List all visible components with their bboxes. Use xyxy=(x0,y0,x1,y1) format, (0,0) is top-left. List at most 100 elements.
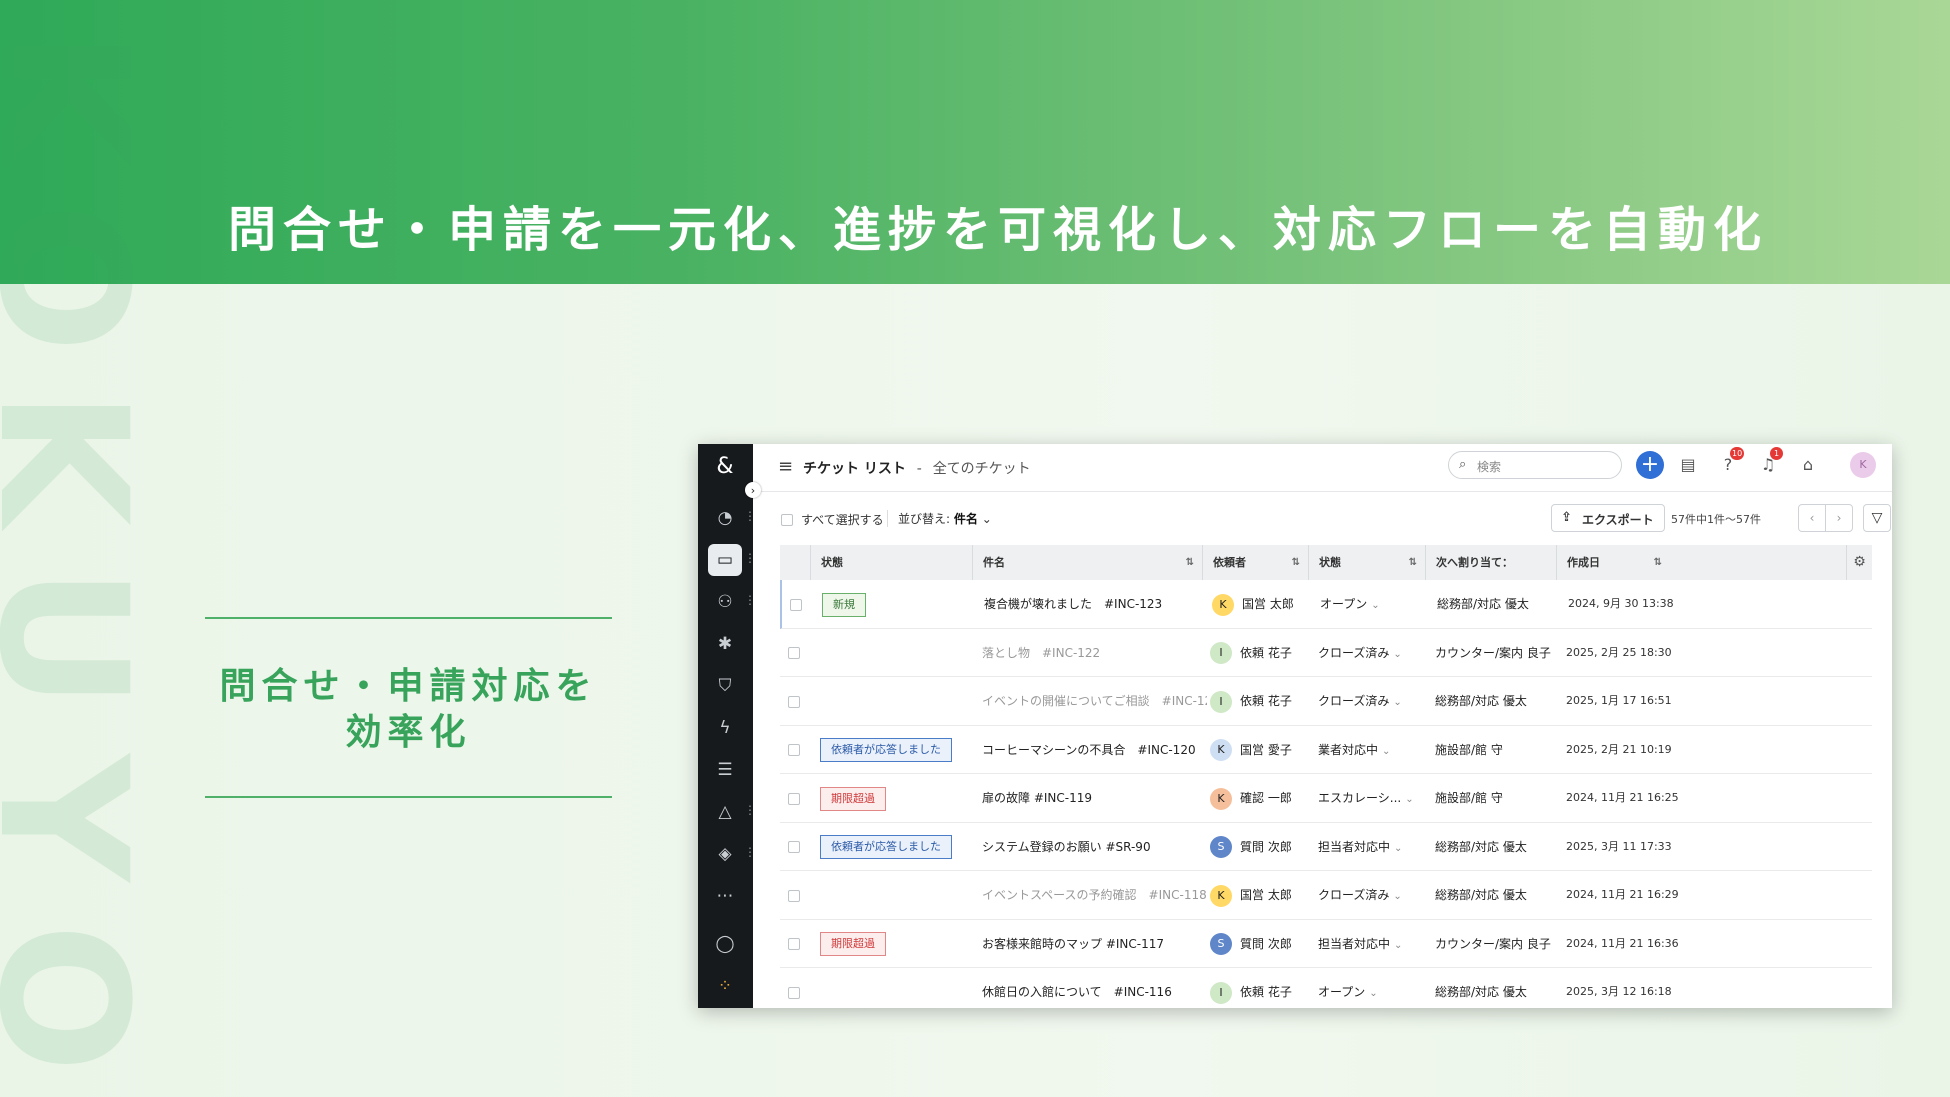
subject-link[interactable]: 扉の故障 #INC-119 xyxy=(982,774,1207,822)
requester-name: 依頼 花子 xyxy=(1240,694,1292,708)
search-input[interactable]: ⌕ 検索 xyxy=(1448,451,1622,479)
row-checkbox[interactable] xyxy=(788,647,800,659)
filter-button[interactable]: ▽ xyxy=(1863,504,1891,532)
help-badge: 10 xyxy=(1730,447,1745,460)
subject-link[interactable]: イベントの開催についてご相談 #INC-121 xyxy=(982,677,1207,725)
table-row[interactable]: 落とし物 #INC-122 I 依頼 花子 クローズ済み ⌄ カウンター/案内 良子 202… xyxy=(780,629,1872,677)
table-row[interactable]: 依頼者が応答しました コーヒーマシーンの不具合 #INC-120 K 国営 愛子 業者対… xyxy=(780,726,1872,774)
user-avatar[interactable]: K xyxy=(1850,452,1876,478)
bug-icon[interactable]: ✱ xyxy=(708,628,742,660)
subject-link[interactable]: イベントスペースの予約確認 #INC-118 xyxy=(982,871,1207,919)
rail-more-icon[interactable]: ⋮ xyxy=(744,803,756,817)
sort-dropdown[interactable]: 並び替え: 件名 ⌄ xyxy=(887,510,992,527)
chat-icon[interactable]: ◯ xyxy=(708,928,742,960)
state-dropdown[interactable]: オープン ⌄ xyxy=(1318,968,1428,1008)
status-cell: 依頼者が応答しました xyxy=(820,823,970,871)
warning-icon[interactable]: △ xyxy=(708,796,742,828)
row-checkbox[interactable] xyxy=(788,938,800,950)
page-subtitle: 全てのチケット xyxy=(932,461,1031,477)
logo-icon[interactable]: & xyxy=(708,450,742,482)
sort-icon[interactable]: ⇅ xyxy=(1186,545,1194,580)
requester-name: 国営 愛子 xyxy=(1240,742,1292,757)
row-checkbox-cell xyxy=(788,920,808,968)
table-row[interactable]: 期限超過 お客様来館時のマップ #INC-117 S 質問 次郎 担当者対応中 ⌄ カウンタ… xyxy=(780,920,1872,968)
subject-link[interactable]: 休館日の入館について #INC-116 xyxy=(982,968,1207,1008)
rail-more-icon[interactable]: ⋮ xyxy=(744,551,756,565)
add-button[interactable]: + xyxy=(1636,451,1664,479)
state-dropdown[interactable]: クローズ済み ⌄ xyxy=(1318,871,1428,919)
state-dropdown[interactable]: 業者対応中 ⌄ xyxy=(1318,726,1428,774)
next-page-button[interactable]: › xyxy=(1825,504,1853,532)
requester-cell: K 国営 太郎 xyxy=(1212,580,1310,628)
column-header-state[interactable]: 状態 ⇅ xyxy=(1308,545,1425,580)
table-row[interactable]: 依頼者が応答しました システム登録のお願い #SR-90 S 質問 次郎 担当者対応中 ⌄… xyxy=(780,823,1872,871)
collapse-rail-button[interactable]: › xyxy=(745,482,761,498)
gear-icon[interactable]: ⚙ xyxy=(1846,545,1872,580)
column-header-requester[interactable]: 依頼者 ⇅ xyxy=(1202,545,1308,580)
state-dropdown[interactable]: クローズ済み ⌄ xyxy=(1318,677,1428,725)
status-cell xyxy=(820,871,970,919)
store-icon[interactable]: ⌂ xyxy=(1796,453,1820,477)
state-dropdown[interactable]: クローズ済み ⌄ xyxy=(1318,629,1428,677)
created-date: 2024, 11月 21 16:29 xyxy=(1566,888,1679,901)
table-row[interactable]: イベントの開催についてご相談 #INC-121 I 依頼 花子 クローズ済み ⌄ 総務部/… xyxy=(780,677,1872,726)
column-header-subject[interactable]: 件名 ⇅ xyxy=(972,545,1202,580)
column-header-status[interactable]: 状態 xyxy=(810,545,972,580)
shield-icon[interactable]: ⛉ xyxy=(708,670,742,702)
layers-icon[interactable]: ◈ xyxy=(708,838,742,870)
row-checkbox[interactable] xyxy=(788,792,800,805)
more-icon[interactable]: ⋯ xyxy=(708,880,742,912)
avatar: K xyxy=(1210,739,1232,761)
sort-icon[interactable]: ⇅ xyxy=(1654,545,1662,580)
dashboard-icon[interactable]: ◔ xyxy=(708,502,742,534)
sort-icon[interactable]: ⇅ xyxy=(1292,545,1300,580)
list-toolbar: すべて選択する 並び替え: 件名 ⌄ ⇪ エクスポート 57件中1件〜57件 ‹… xyxy=(753,492,1892,540)
state-dropdown[interactable]: オープン ⌄ xyxy=(1320,580,1430,628)
row-checkbox[interactable] xyxy=(790,598,802,611)
table-row[interactable]: イベントスペースの予約確認 #INC-118 K 国営 太郎 クローズ済み ⌄ 総務部/対… xyxy=(780,871,1872,920)
rail-more-icon[interactable]: ⋮ xyxy=(744,845,756,859)
tagline-rule-bottom xyxy=(205,796,612,798)
row-checkbox-cell xyxy=(788,823,808,871)
apps-icon[interactable]: ⁘ xyxy=(708,970,742,1002)
prev-page-button[interactable]: ‹ xyxy=(1798,504,1826,532)
sort-icon[interactable]: ⇅ xyxy=(1409,545,1417,580)
bolt-icon[interactable]: ϟ xyxy=(708,712,742,744)
table-row[interactable]: 期限超過 扉の故障 #INC-119 K 確認 一郎 エスカレーシ... ⌄ 施設部/館 守… xyxy=(780,774,1872,823)
subject-link[interactable]: システム登録のお願い #SR-90 xyxy=(982,823,1207,871)
subject-link[interactable]: お客様来館時のマップ #INC-117 xyxy=(982,920,1207,968)
subject-link[interactable]: 複合機が壊れました #INC-123 xyxy=(984,580,1209,628)
users-icon[interactable]: ⚇ xyxy=(708,586,742,618)
column-header-label: 状態 xyxy=(821,556,843,569)
avatar: K xyxy=(1210,787,1232,810)
checklist-icon[interactable]: ☰ xyxy=(708,754,742,786)
sort-value: 件名 xyxy=(953,512,978,526)
status-cell: 依頼者が応答しました xyxy=(820,726,970,774)
state-dropdown[interactable]: 担当者対応中 ⌄ xyxy=(1318,823,1428,871)
row-checkbox[interactable] xyxy=(788,695,800,708)
requester-cell: K 確認 一郎 xyxy=(1210,774,1308,822)
row-checkbox[interactable] xyxy=(788,986,800,999)
select-all[interactable]: すべて選択する xyxy=(781,511,884,528)
select-all-checkbox[interactable] xyxy=(781,513,793,526)
state-dropdown[interactable]: エスカレーシ... ⌄ xyxy=(1318,774,1428,822)
row-checkbox[interactable] xyxy=(788,744,800,756)
state-dropdown[interactable]: 担当者対応中 ⌄ xyxy=(1318,920,1428,968)
table-row[interactable]: 新規 複合機が壊れました #INC-123 K 国営 太郎 オープン ⌄ 総務部/対応 優太… xyxy=(780,580,1872,629)
contacts-icon[interactable]: ▤ xyxy=(1676,453,1700,477)
rail-more-icon[interactable]: ⋮ xyxy=(744,593,756,607)
column-header-assignee[interactable]: 次へ割り当て： xyxy=(1425,545,1556,580)
table-row[interactable]: 休館日の入館について #INC-116 I 依頼 花子 オープン ⌄ 総務部/対応 優太 2… xyxy=(780,968,1872,1008)
subject-link[interactable]: コーヒーマシーンの不具合 #INC-120 xyxy=(982,726,1207,774)
row-checkbox[interactable] xyxy=(788,889,800,902)
ticket-icon[interactable]: ▭ xyxy=(708,544,742,576)
export-button[interactable]: ⇪ エクスポート xyxy=(1551,504,1665,532)
created-date: 2025, 3月 11 17:33 xyxy=(1566,839,1672,853)
subject-link[interactable]: 落とし物 #INC-122 xyxy=(982,629,1207,677)
row-checkbox[interactable] xyxy=(788,841,800,853)
chevron-down-icon: ⌄ xyxy=(981,512,992,526)
column-header-created[interactable]: 作成日 ⇅ xyxy=(1556,545,1670,580)
menu-icon[interactable]: ≡ xyxy=(778,456,793,477)
page-title: チケット リスト - 全てのチケット xyxy=(803,458,1031,478)
chevron-down-icon: ⌄ xyxy=(1393,891,1402,902)
